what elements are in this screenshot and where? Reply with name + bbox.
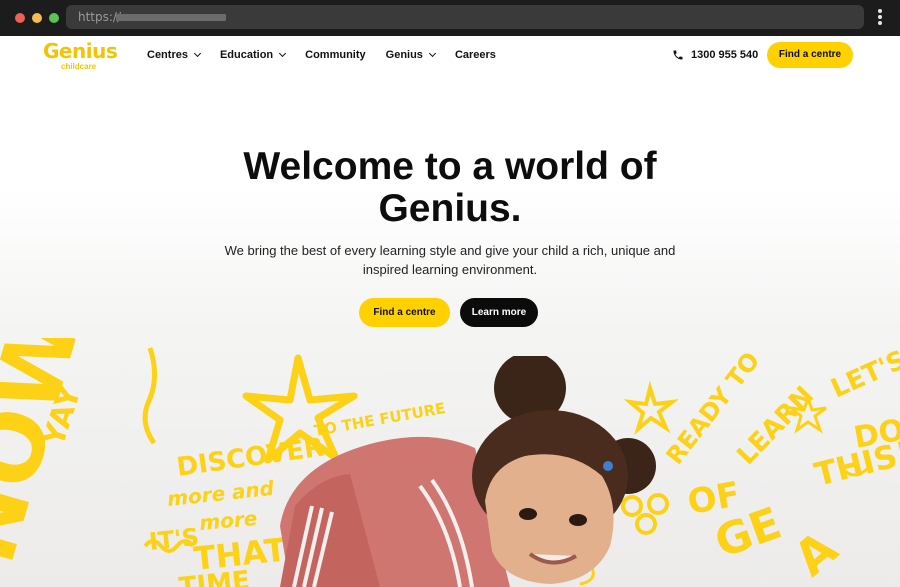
hero-title-line1: Welcome to a world of [243,145,657,188]
hero-subtitle-line2: inspired learning environment. [362,262,538,277]
phone-number: 1300 955 540 [691,49,759,61]
main-nav: Centres Education Community Genius Caree… [147,49,516,61]
hero-subtitle-line1: We bring the best of every learning styl… [224,243,676,258]
logo-word: Genius [43,39,118,63]
child-photo [280,356,656,587]
maximize-window-button[interactable] [49,13,59,23]
doodle-a: A [784,520,848,587]
hero-title: Welcome to a world of Genius. [150,146,750,230]
hero-learn-more-button[interactable]: Learn more [460,298,538,327]
site-header: Genius childcare Centres Education Commu… [0,36,900,76]
logo-subtitle: childcare [61,62,97,71]
nav-item-community[interactable]: Community [305,49,366,61]
hero-subtitle: We bring the best of every learning styl… [200,241,700,279]
phone-icon [673,50,683,60]
nav-item-label: Community [305,49,366,61]
squiggle-doodle [142,347,157,445]
chevron-down-icon [193,49,202,58]
nav-item-centres[interactable]: Centres [147,49,202,61]
doodle-now: NOW [0,338,102,574]
genius-logo[interactable]: Genius childcare [43,39,118,71]
url-redacted [116,14,226,21]
doodle-lets: LET'S [827,345,900,404]
nav-item-label: Education [219,49,274,61]
doodle-time: TIME [178,566,252,587]
nav-item-education[interactable]: Education [219,49,287,61]
browser-chrome: https:// [0,0,900,36]
nav-item-label: Centres [147,49,188,61]
nav-item-label: Genius [385,49,423,61]
browser-menu-icon[interactable] [876,9,884,27]
nav-item-genius[interactable]: Genius [385,49,436,61]
doodle-more: more [198,506,258,535]
header-find-centre-button[interactable]: Find a centre [767,42,853,68]
hero-title-line2: Genius. [378,187,522,230]
hero-section: Welcome to a world of Genius. We bring t… [0,76,900,587]
url-text: https:// [78,10,122,24]
chevron-down-icon [428,49,436,58]
hero-find-centre-button[interactable]: Find a centre [359,298,450,327]
address-bar[interactable]: https:// [66,5,864,29]
minimize-window-button[interactable] [32,13,42,23]
close-window-button[interactable] [15,13,25,23]
doodle-learn: LEARN [731,381,819,471]
nav-item-label: Careers [454,49,496,61]
chevron-down-icon [279,49,287,58]
nav-item-careers[interactable]: Careers [455,49,496,61]
phone-link[interactable]: 1300 955 540 [672,49,758,61]
